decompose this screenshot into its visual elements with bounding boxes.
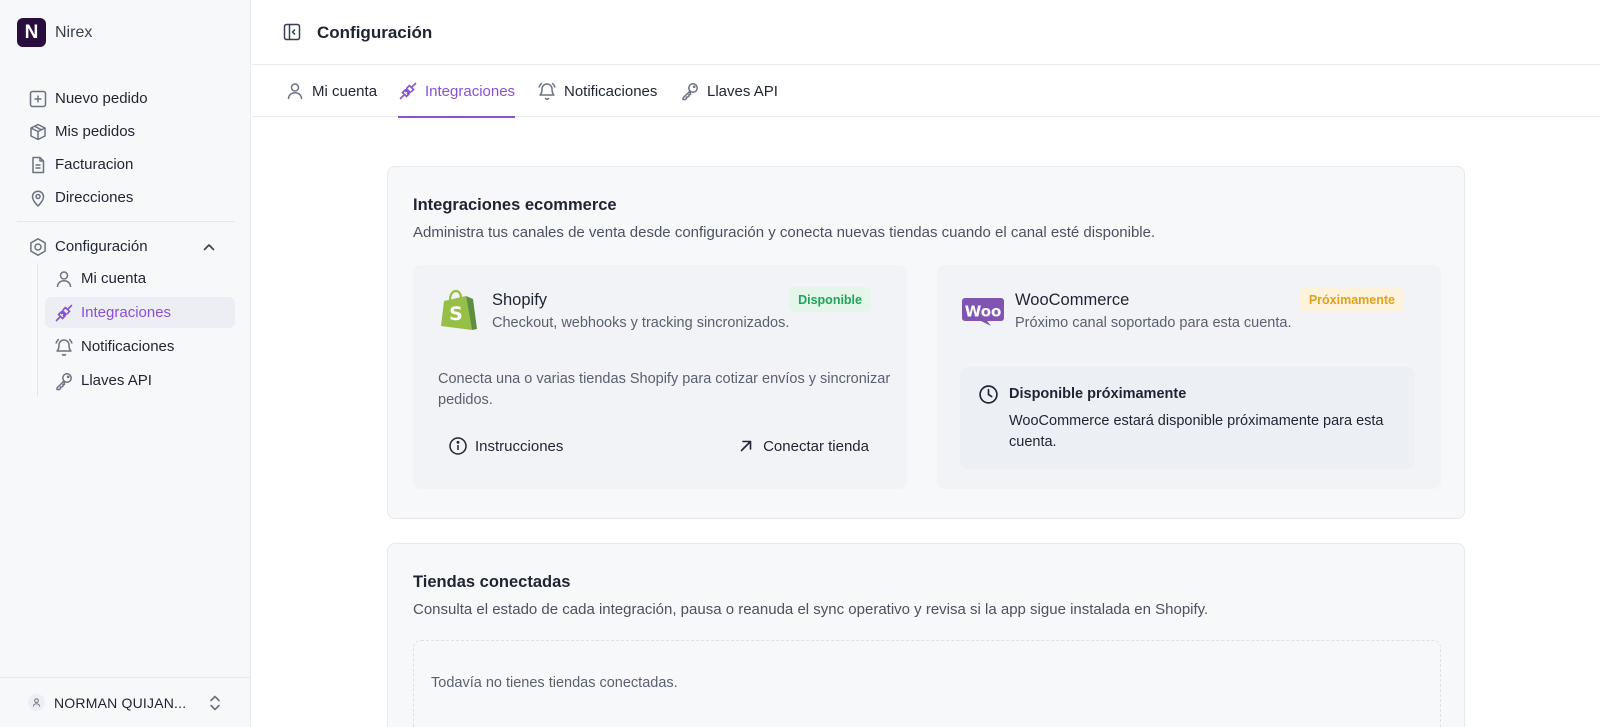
info-icon bbox=[448, 436, 468, 456]
instructions-button[interactable]: Instrucciones bbox=[448, 431, 563, 461]
coming-soon-text: WooCommerce estará disponible próximamen… bbox=[1009, 413, 1384, 450]
user-name: NORMAN QUIJAN... bbox=[54, 694, 187, 711]
tab-label: Mi cuenta bbox=[312, 82, 378, 100]
woocommerce-logo-text: Woo bbox=[965, 303, 1002, 321]
sidebar-item-nuevo-pedido[interactable]: Nuevo pedido bbox=[17, 82, 235, 115]
user-icon bbox=[54, 269, 74, 289]
sidebar-item-label: Mis pedidos bbox=[55, 123, 136, 140]
chevron-up-down-icon bbox=[207, 694, 223, 712]
sidebar-item-llaves-api[interactable]: Llaves API bbox=[45, 365, 235, 396]
connect-store-button[interactable]: Conectar tienda bbox=[736, 431, 869, 461]
brand[interactable]: N Nirex bbox=[17, 18, 92, 47]
avatar bbox=[28, 694, 45, 711]
document-icon bbox=[28, 155, 48, 175]
empty-state-text: Todavía no tienes tiendas conectadas. bbox=[431, 675, 678, 691]
user-menu[interactable]: NORMAN QUIJAN... bbox=[0, 677, 251, 727]
sidebar-item-notificaciones[interactable]: Notificaciones bbox=[45, 331, 235, 362]
bell-icon bbox=[537, 81, 557, 101]
brand-name: Nirex bbox=[55, 23, 93, 41]
sidebar-subnav: Mi cuenta Integraciones Notificaciones L… bbox=[37, 263, 235, 396]
woocommerce-name: WooCommerce bbox=[1015, 291, 1130, 309]
shopify-description: Conecta una o varias tiendas Shopify par… bbox=[438, 371, 891, 408]
tab-label: Integraciones bbox=[425, 82, 516, 100]
empty-state: Todavía no tienes tiendas conectadas. bbox=[413, 640, 1441, 727]
page-header: Configuración bbox=[252, 0, 1600, 65]
coming-soon-notice: Disponible próximamente WooCommerce esta… bbox=[960, 367, 1415, 469]
key-icon bbox=[680, 81, 700, 101]
sidebar-toggle-icon[interactable] bbox=[282, 22, 302, 42]
sidebar-group-configuracion[interactable]: Configuración bbox=[17, 230, 235, 263]
connected-stores-card: Tiendas conectadas Consulta el estado de… bbox=[387, 543, 1465, 727]
connect-store-label: Conectar tienda bbox=[763, 437, 869, 455]
sidebar-item-direcciones[interactable]: Direcciones bbox=[17, 181, 235, 214]
arrow-up-right-icon bbox=[736, 436, 756, 456]
tab-label: Llaves API bbox=[707, 82, 778, 100]
integrations-card: Integraciones ecommerce Administra tus c… bbox=[387, 166, 1465, 519]
sidebar-item-label: Nuevo pedido bbox=[55, 90, 148, 107]
plug-icon bbox=[398, 81, 418, 101]
box-icon bbox=[28, 122, 48, 142]
integrations-title: Integraciones ecommerce bbox=[413, 196, 617, 214]
shopify-subtitle: Checkout, webhooks y tracking sincroniza… bbox=[492, 315, 790, 331]
tab-notificaciones[interactable]: Notificaciones bbox=[537, 65, 657, 117]
shopify-integration: S Shopify Checkout, webhooks y tracking … bbox=[413, 265, 907, 489]
sidebar-group-label: Configuración bbox=[55, 238, 148, 255]
sidebar-nav: Nuevo pedido Mis pedidos Facturacion Dir… bbox=[17, 82, 235, 399]
bell-icon bbox=[54, 337, 74, 357]
tab-mi-cuenta[interactable]: Mi cuenta bbox=[285, 65, 377, 117]
settings-tabs: Mi cuenta Integraciones Notificaciones L… bbox=[252, 65, 1600, 118]
chevron-up-icon[interactable] bbox=[201, 239, 217, 255]
tab-label: Notificaciones bbox=[564, 82, 658, 100]
shopify-logo-icon: S bbox=[439, 289, 479, 333]
sidebar-item-label: Facturacion bbox=[55, 156, 134, 173]
status-badge: Próximamente bbox=[1299, 287, 1404, 312]
sidebar-item-facturacion[interactable]: Facturacion bbox=[17, 148, 235, 181]
sidebar-item-mis-pedidos[interactable]: Mis pedidos bbox=[17, 115, 235, 148]
sidebar-item-label: Direcciones bbox=[55, 189, 134, 206]
sidebar-item-label: Mi cuenta bbox=[81, 270, 147, 287]
user-icon bbox=[285, 81, 305, 101]
coming-soon-title: Disponible próximamente bbox=[1009, 386, 1187, 402]
plug-icon bbox=[54, 303, 74, 323]
woocommerce-logo-icon: Woo bbox=[961, 297, 1005, 327]
sidebar: N Nirex Nuevo pedido Mis pedidos Factura… bbox=[0, 0, 251, 727]
tab-integraciones[interactable]: Integraciones bbox=[398, 65, 516, 118]
key-icon bbox=[54, 371, 74, 391]
clock-icon bbox=[978, 384, 999, 405]
settings-icon bbox=[28, 237, 48, 257]
status-badge: Disponible bbox=[789, 287, 871, 312]
sidebar-item-integraciones[interactable]: Integraciones bbox=[45, 297, 235, 328]
connected-stores-description: Consulta el estado de cada integración, … bbox=[413, 601, 1209, 618]
sidebar-item-label: Llaves API bbox=[81, 372, 152, 389]
integrations-description: Administra tus canales de venta desde co… bbox=[413, 224, 1156, 241]
sidebar-divider bbox=[17, 221, 235, 222]
plus-square-icon bbox=[28, 89, 48, 109]
shopify-name: Shopify bbox=[492, 291, 548, 309]
woocommerce-integration: Woo WooCommerce Próximo canal soportado … bbox=[937, 265, 1441, 489]
instructions-label: Instrucciones bbox=[475, 437, 564, 455]
map-pin-icon bbox=[28, 188, 48, 208]
connected-stores-title: Tiendas conectadas bbox=[413, 573, 571, 591]
svg-text:S: S bbox=[449, 303, 463, 325]
sidebar-item-mi-cuenta[interactable]: Mi cuenta bbox=[45, 263, 235, 294]
sidebar-item-label: Integraciones bbox=[81, 304, 172, 321]
sidebar-item-label: Notificaciones bbox=[81, 338, 175, 355]
tab-llaves-api[interactable]: Llaves API bbox=[680, 65, 778, 117]
brand-logo: N bbox=[17, 18, 46, 47]
page-title: Configuración bbox=[317, 23, 433, 42]
woocommerce-subtitle: Próximo canal soportado para esta cuenta… bbox=[1015, 315, 1292, 331]
